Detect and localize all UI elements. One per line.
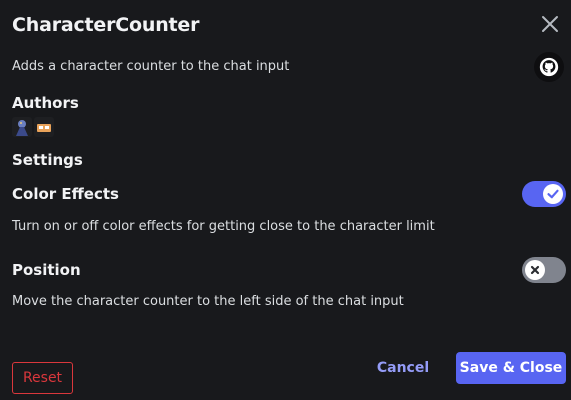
plugin-title: CharacterCounter [12,14,200,36]
author-avatar-1[interactable] [12,117,32,137]
cancel-button[interactable]: Cancel [372,352,434,384]
reset-button[interactable]: Reset [12,362,73,394]
settings-heading: Settings [12,151,83,169]
toggle-knob [543,184,563,204]
position-description: Move the character counter to the left s… [12,294,404,309]
authors-heading: Authors [12,94,79,112]
authors-list [12,117,54,137]
github-icon [539,57,559,77]
color-effects-description: Turn on or off color effects for getting… [12,219,435,234]
close-button[interactable] [538,12,562,36]
x-icon [530,265,540,275]
plugin-description: Adds a character counter to the chat inp… [12,59,290,74]
position-toggle[interactable] [522,257,566,283]
github-link[interactable] [534,52,564,82]
checkmark-icon [547,189,559,199]
color-effects-title: Color Effects [12,185,119,203]
author-avatar-2[interactable] [34,117,54,137]
save-close-button[interactable]: Save & Close [456,352,566,384]
position-title: Position [12,261,81,279]
color-effects-toggle[interactable] [522,181,566,207]
toggle-knob [525,260,545,280]
close-icon [542,16,558,32]
